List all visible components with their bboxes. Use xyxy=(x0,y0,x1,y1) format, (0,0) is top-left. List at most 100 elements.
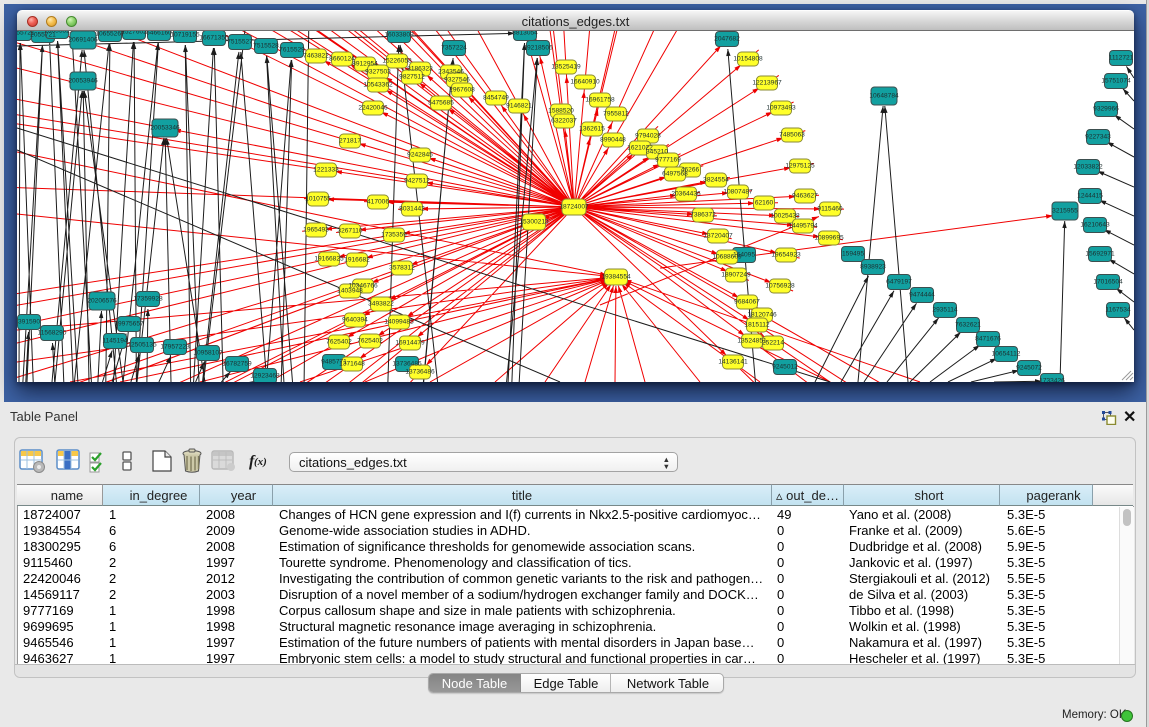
svg-text:7625402: 7625402 xyxy=(326,339,352,346)
svg-text:13525419: 13525419 xyxy=(551,64,581,71)
svg-text:9329966: 9329966 xyxy=(1093,106,1119,113)
svg-text:9227343: 9227343 xyxy=(1085,134,1111,141)
svg-text:20053346: 20053346 xyxy=(150,125,180,132)
svg-text:1371648: 1371648 xyxy=(339,361,365,368)
svg-text:14495794: 14495794 xyxy=(788,223,818,230)
svg-text:2343546: 2343546 xyxy=(438,69,464,76)
svg-text:271817: 271817 xyxy=(339,138,361,145)
svg-text:15226058: 15226058 xyxy=(382,58,412,65)
svg-text:10654112: 10654112 xyxy=(992,351,1021,358)
svg-text:19975657: 19975657 xyxy=(114,321,144,328)
svg-text:8990448: 8990448 xyxy=(600,137,626,144)
svg-text:18724007: 18724007 xyxy=(559,204,589,211)
svg-text:10807487: 10807487 xyxy=(723,189,753,196)
svg-text:6322037: 6322037 xyxy=(551,118,577,125)
svg-text:10899695: 10899695 xyxy=(814,235,844,242)
svg-text:8471676: 8471676 xyxy=(975,336,1001,343)
svg-text:3578312: 3578312 xyxy=(389,265,415,272)
svg-text:2935114: 2935114 xyxy=(932,307,958,314)
svg-text:9327503: 9327503 xyxy=(365,69,391,76)
svg-text:10543362: 10543362 xyxy=(363,82,393,89)
svg-text:9242845: 9242845 xyxy=(407,152,433,159)
svg-text:16671355: 16671355 xyxy=(199,35,229,42)
svg-text:7386372: 7386372 xyxy=(690,212,716,219)
svg-text:1221333: 1221333 xyxy=(313,167,339,174)
svg-text:6497568: 6497568 xyxy=(662,171,688,178)
svg-text:1112721: 1112721 xyxy=(1109,55,1134,62)
svg-text:10756928: 10756928 xyxy=(765,283,795,290)
svg-text:9245012: 9245012 xyxy=(772,364,798,371)
svg-text:15300213: 15300213 xyxy=(519,219,549,226)
svg-text:17957223: 17957223 xyxy=(160,344,190,351)
svg-text:11568290: 11568290 xyxy=(38,330,67,337)
svg-text:12213967: 12213967 xyxy=(752,80,782,87)
svg-text:9463627: 9463627 xyxy=(792,193,818,200)
svg-text:8912954: 8912954 xyxy=(352,61,378,68)
svg-text:20691406: 20691406 xyxy=(68,37,98,44)
svg-text:3267110: 3267110 xyxy=(337,228,363,235)
svg-text:20206576: 20206576 xyxy=(87,298,117,305)
svg-text:7615529: 7615529 xyxy=(279,47,305,54)
svg-text:19654923: 19654923 xyxy=(771,252,801,259)
svg-text:9640394: 9640394 xyxy=(342,317,368,324)
svg-text:159495: 159495 xyxy=(842,251,864,258)
svg-text:8031442: 8031442 xyxy=(399,206,425,213)
svg-text:3493822: 3493822 xyxy=(368,301,394,308)
svg-text:417006: 417006 xyxy=(367,199,389,206)
svg-text:19384554: 19384554 xyxy=(601,274,631,281)
svg-text:1605532: 1605532 xyxy=(44,31,70,35)
svg-text:15692971: 15692971 xyxy=(1085,251,1115,258)
svg-text:18907249: 18907249 xyxy=(721,272,751,279)
svg-text:16640910: 16640910 xyxy=(570,79,600,86)
svg-text:10154808: 10154808 xyxy=(733,56,763,63)
svg-text:16961758: 16961758 xyxy=(585,97,615,104)
svg-text:13720407: 13720407 xyxy=(703,233,733,240)
svg-text:12975125: 12975125 xyxy=(785,163,815,170)
svg-text:1815112: 1815112 xyxy=(744,322,770,329)
svg-text:1965493: 1965493 xyxy=(303,227,329,234)
svg-text:9794028: 9794028 xyxy=(635,133,661,140)
svg-text:13736486: 13736486 xyxy=(405,369,435,376)
svg-text:22420046: 22420046 xyxy=(358,105,388,112)
svg-text:62160: 62160 xyxy=(755,200,774,207)
svg-text:9115460: 9115460 xyxy=(817,206,843,213)
svg-text:8813054: 8813054 xyxy=(512,31,538,37)
svg-text:6479197: 6479197 xyxy=(886,279,912,286)
svg-text:1527602: 1527602 xyxy=(121,31,147,36)
svg-text:1244415: 1244415 xyxy=(1077,193,1103,200)
svg-text:10719155: 10719155 xyxy=(170,32,200,39)
svg-text:3215955: 3215955 xyxy=(1052,208,1078,215)
svg-text:8938923: 8938923 xyxy=(860,264,886,271)
svg-text:19166825: 19166825 xyxy=(314,256,344,263)
svg-text:9146821: 9146821 xyxy=(506,103,532,110)
svg-text:10973493: 10973493 xyxy=(766,105,796,112)
svg-text:10648784: 10648784 xyxy=(869,93,899,100)
svg-text:1145194: 1145194 xyxy=(102,338,128,345)
svg-text:9474444: 9474444 xyxy=(909,292,935,299)
svg-text:7485063: 7485063 xyxy=(779,132,805,139)
svg-text:13736485: 13736485 xyxy=(392,361,422,368)
svg-text:16782759: 16782759 xyxy=(222,361,252,368)
svg-text:7357224: 7357224 xyxy=(441,45,467,52)
svg-text:19218506: 19218506 xyxy=(523,45,553,52)
svg-text:10958107: 10958107 xyxy=(193,350,223,357)
svg-text:7515527: 7515527 xyxy=(227,39,253,46)
svg-text:1588520: 1588520 xyxy=(548,108,574,115)
svg-text:9777169: 9777169 xyxy=(655,157,681,164)
svg-text:12033822: 12033822 xyxy=(1073,164,1103,171)
svg-text:1403948: 1403948 xyxy=(337,288,363,295)
svg-text:12923468: 12923468 xyxy=(250,373,280,380)
svg-text:8186323: 8186323 xyxy=(407,66,433,73)
svg-text:18120746: 18120746 xyxy=(747,312,777,319)
svg-text:12505135: 12505135 xyxy=(127,342,157,349)
svg-text:9327546: 9327546 xyxy=(444,77,470,84)
svg-text:391590: 391590 xyxy=(18,319,40,326)
svg-text:16033809: 16033809 xyxy=(384,32,414,39)
svg-text:7955812: 7955812 xyxy=(603,111,629,118)
svg-text:(x): (x) xyxy=(254,456,267,468)
svg-text:10025438: 10025438 xyxy=(770,213,800,220)
svg-text:17359928: 17359928 xyxy=(133,296,163,303)
svg-text:20364436: 20364436 xyxy=(671,191,701,198)
svg-text:3824554: 3824554 xyxy=(703,177,729,184)
svg-text:9427512: 9427512 xyxy=(404,178,430,185)
